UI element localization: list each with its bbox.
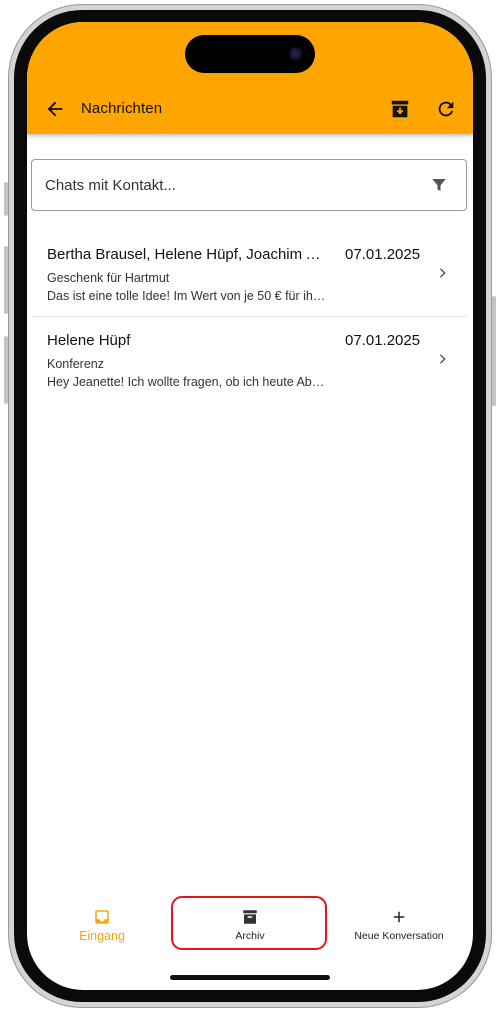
conversation-preview: Das ist eine tolle Idee! Im Wert von je … xyxy=(47,289,329,303)
home-indicator[interactable] xyxy=(170,975,330,980)
chevron-right-icon xyxy=(440,354,446,364)
filter-icon[interactable] xyxy=(430,176,448,194)
conversation-item[interactable]: Bertha Brausel, Helene Hüpf, Joachim Aus… xyxy=(27,230,473,316)
nav-item-inbox[interactable]: Eingang xyxy=(57,892,147,952)
volume-up-button xyxy=(4,246,8,314)
arrow-left-icon[interactable] xyxy=(44,98,66,120)
conversation-item[interactable]: Helene Hüpf 07.01.2025 Konferenz Hey Jea… xyxy=(27,316,473,402)
archive-download-icon[interactable] xyxy=(389,98,411,120)
page-title: Nachrichten xyxy=(81,100,163,117)
conversation-subject: Konferenz xyxy=(47,357,104,371)
inbox-icon xyxy=(95,910,109,924)
nav-label: Eingang xyxy=(79,929,125,943)
conversation-participants: Helene Hüpf xyxy=(47,332,131,349)
volume-down-button xyxy=(4,336,8,404)
contact-search-box[interactable] xyxy=(31,159,467,211)
dynamic-island xyxy=(185,35,315,73)
nav-item-new-conversation[interactable]: Neue Konversation xyxy=(341,892,457,952)
conversation-subject: Geschenk für Hartmut xyxy=(47,271,170,285)
conversation-date: 07.01.2025 xyxy=(345,332,421,349)
conversation-preview: Hey Jeanette! Ich wollte fragen, ob ich … xyxy=(47,375,329,389)
plus-icon xyxy=(393,911,405,923)
action-button xyxy=(4,182,8,216)
contact-search-input[interactable] xyxy=(45,174,405,196)
conversation-participants: Bertha Brausel, Helene Hüpf, Joachim Aus… xyxy=(47,246,325,263)
refresh-icon[interactable] xyxy=(435,98,457,120)
conversation-date: 07.01.2025 xyxy=(345,246,421,263)
nav-item-archive[interactable]: Archiv xyxy=(175,892,325,952)
nav-label: Neue Konversation xyxy=(354,930,444,942)
camera-icon xyxy=(289,47,303,61)
nav-label: Archiv xyxy=(235,930,265,942)
screen: Nachrichten Bertha Brausel, Helene Hüpf,… xyxy=(27,22,473,990)
power-button xyxy=(492,296,496,406)
chevron-right-icon xyxy=(440,268,446,278)
bottom-navigation: Eingang Archiv Neue Konversation xyxy=(27,892,473,952)
archive-icon xyxy=(243,910,257,924)
